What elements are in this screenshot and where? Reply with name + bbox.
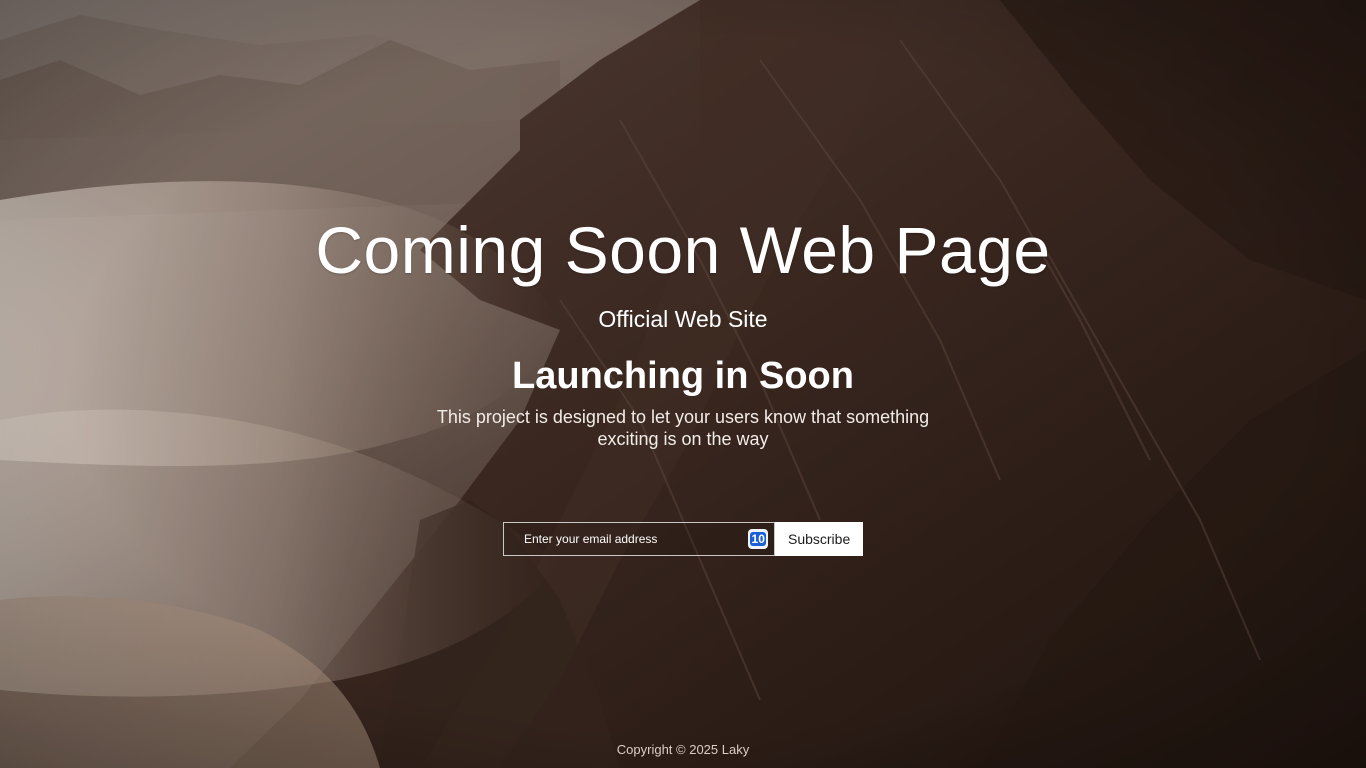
coming-soon-page: Coming Soon Web Page Official Web Site L… [0, 0, 1366, 768]
page-subtitle: Official Web Site [598, 306, 768, 332]
project-description: This project is designed to let your use… [436, 407, 930, 449]
email-field-wrapper: 10 [503, 522, 776, 556]
password-manager-icon-glyph: 10 [750, 532, 767, 546]
hero-section: Coming Soon Web Page Official Web Site L… [0, 0, 1366, 768]
launch-heading: Launching in Soon [512, 355, 854, 397]
copyright-footer: Copyright © 2025 Laky [616, 742, 750, 757]
password-manager-icon[interactable]: 10 [748, 529, 769, 549]
subscribe-button[interactable]: Subscribe [775, 522, 863, 556]
email-input[interactable] [504, 523, 775, 555]
subscribe-form: 10 Subscribe [503, 522, 863, 556]
page-title: Coming Soon Web Page [315, 213, 1051, 287]
